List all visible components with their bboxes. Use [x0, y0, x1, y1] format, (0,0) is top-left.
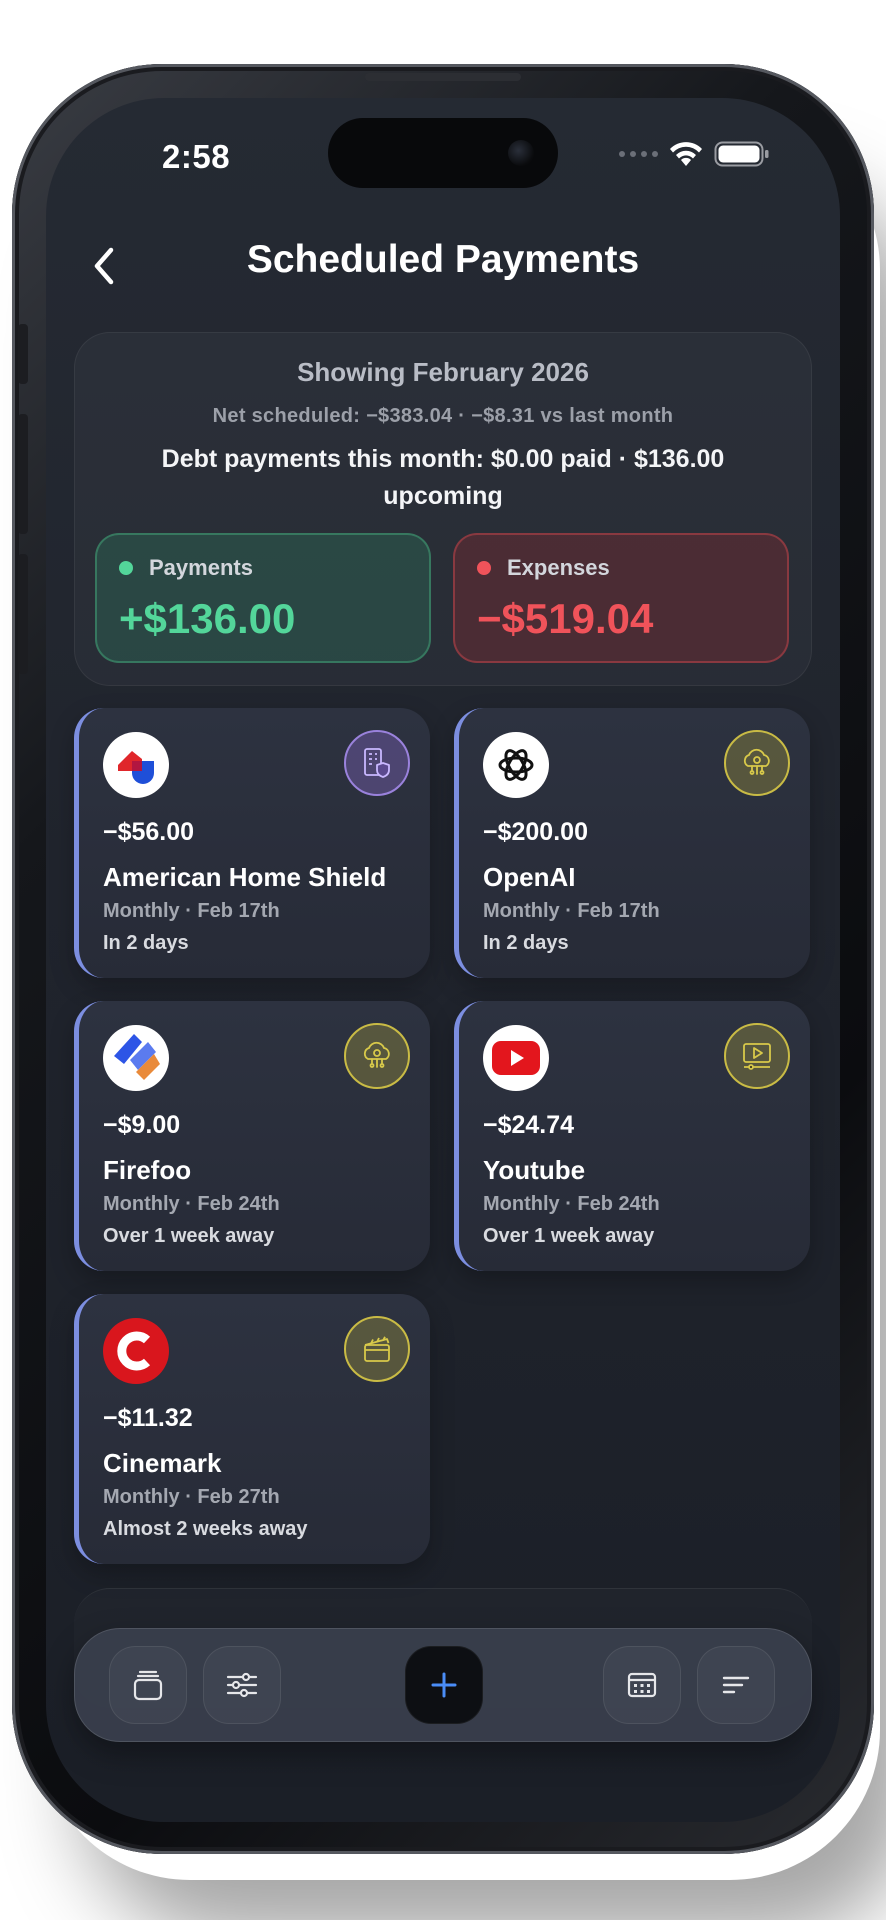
payment-name: Firefoo: [103, 1155, 192, 1185]
volume-down-button: [18, 554, 28, 674]
app-screen: 2:58 Scheduled Payments Showing February…: [46, 98, 840, 1822]
payment-due: Almost 2 weeks away: [103, 1518, 308, 1540]
payment-schedule: Monthly · Feb 24th: [103, 1193, 280, 1215]
payment-card[interactable]: −$9.00 Firefoo Monthly · Feb 24th Over 1…: [74, 1001, 430, 1271]
expenses-label: Expenses: [507, 555, 610, 580]
payment-schedule: Monthly · Feb 17th: [483, 900, 660, 922]
cloud-gear-icon: [724, 730, 790, 796]
payment-card[interactable]: −$24.74 Youtube Monthly · Feb 24th Over …: [454, 1001, 810, 1271]
add-payment-button[interactable]: [405, 1646, 483, 1724]
plus-icon: [431, 1672, 457, 1698]
payment-card[interactable]: −$11.32 Cinemark Monthly · Feb 27th Almo…: [74, 1294, 430, 1564]
front-camera-icon: [508, 140, 534, 166]
cards-stack-icon: [133, 1670, 163, 1701]
openai-logo: [483, 732, 549, 798]
expenses-dot: [477, 561, 491, 575]
page-title: Scheduled Payments: [246, 238, 640, 281]
payment-due: In 2 days: [483, 932, 569, 954]
firefoo-logo: [103, 1025, 169, 1091]
sliders-icon: [226, 1672, 258, 1698]
cinemark-logo: [103, 1318, 169, 1384]
calendar-icon: [627, 1672, 657, 1698]
payment-due: Over 1 week away: [103, 1225, 275, 1247]
payment-amount: −$56.00: [103, 818, 195, 846]
payments-dot: [119, 561, 133, 575]
payment-card[interactable]: −$56.00 American Home Shield Monthly · F…: [74, 708, 430, 978]
status-icons: [619, 140, 770, 168]
american-home-shield-logo: [103, 732, 169, 798]
payment-due: In 2 days: [103, 932, 189, 954]
summary-card: Showing February 2026 Net scheduled: −$3…: [74, 332, 812, 686]
clapperboard-icon: [344, 1316, 410, 1382]
payments-total-box[interactable]: Payments +$136.00: [95, 533, 431, 663]
youtube-logo: [483, 1025, 549, 1091]
month-label[interactable]: Showing February 2026: [75, 357, 811, 388]
payment-name: American Home Shield: [103, 862, 387, 892]
payment-card[interactable]: −$200.00 OpenAI Monthly · Feb 17th In 2 …: [454, 708, 810, 978]
payment-name: OpenAI: [483, 862, 576, 892]
filter-button[interactable]: [203, 1646, 281, 1724]
payment-name: Cinemark: [103, 1448, 222, 1478]
speaker-slot: [365, 73, 521, 81]
dynamic-island: [328, 118, 558, 188]
payments-label: Payments: [149, 555, 253, 580]
payment-amount: −$9.00: [103, 1111, 181, 1139]
cloud-gear-icon: [344, 1023, 410, 1089]
net-scheduled: Net scheduled: −$383.04 · −$8.31 vs last…: [212, 405, 674, 427]
wifi-icon: [670, 142, 702, 166]
video-player-icon: [724, 1023, 790, 1089]
cellular-signal-icon: [619, 151, 658, 157]
battery-icon: [714, 141, 769, 167]
sort-button[interactable]: [697, 1646, 775, 1724]
mute-switch: [18, 324, 28, 384]
payment-name: Youtube: [483, 1155, 586, 1185]
payments-value: +$136.00: [119, 595, 296, 642]
calendar-button[interactable]: [603, 1646, 681, 1724]
volume-up-button: [18, 414, 28, 534]
expenses-value: −$519.04: [477, 595, 654, 642]
payment-amount: −$11.32: [103, 1404, 193, 1432]
expenses-total-box[interactable]: Expenses −$519.04: [453, 533, 789, 663]
payment-schedule: Monthly · Feb 17th: [103, 900, 280, 922]
payment-amount: −$200.00: [483, 818, 588, 846]
status-time: 2:58: [162, 138, 231, 175]
debt-summary: Debt payments this month: $0.00 paid · $…: [161, 445, 725, 510]
payment-amount: −$24.74: [483, 1111, 575, 1139]
payment-schedule: Monthly · Feb 24th: [483, 1193, 660, 1215]
payment-schedule: Monthly · Feb 27th: [103, 1486, 280, 1508]
building-shield-icon: [344, 730, 410, 796]
payment-due: Over 1 week away: [483, 1225, 655, 1247]
bottom-toolbar: [74, 1628, 812, 1742]
cards-view-button[interactable]: [109, 1646, 187, 1724]
sort-icon: [722, 1676, 750, 1694]
